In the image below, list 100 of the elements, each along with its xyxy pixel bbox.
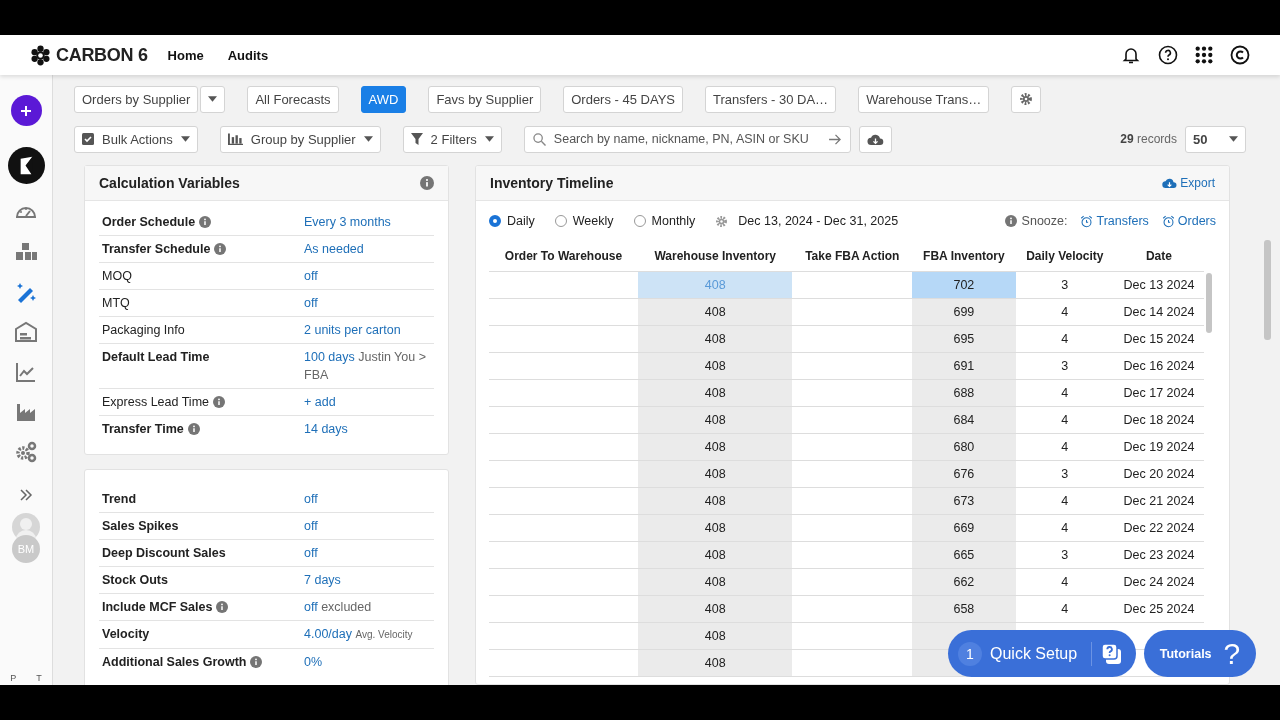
period-radio[interactable]: Monthly [633,214,696,228]
table-cell: 408 [638,541,793,569]
checkbox-icon [82,133,94,145]
table-cell: Dec 19 2024 [1113,433,1204,461]
variable-value[interactable]: off [304,294,431,312]
settings-icon[interactable] [715,214,729,228]
variable-value[interactable]: 100 days Justin You > FBA [304,348,431,384]
double-chevron-icon[interactable] [19,489,33,501]
variable-label: Additional Sales Growth [102,654,247,671]
table-cell: 3 [1015,271,1114,299]
arrow-right-icon[interactable] [828,133,842,145]
snooze-link[interactable]: Transfers [1080,214,1149,228]
variable-label: Deep Discount Sales [102,545,226,562]
add-button[interactable] [10,95,42,126]
variable-value[interactable]: Every 3 months [304,213,431,231]
view-tab[interactable]: All Forecasts [247,85,339,113]
tutorials-button[interactable]: Tutorials ? [1144,630,1256,677]
export-link[interactable]: Export [1162,176,1215,190]
nav-link[interactable]: Audits [227,47,269,63]
table-cell: 4 [1015,379,1114,407]
table-cell: Dec 18 2024 [1113,406,1204,434]
variable-label: Include MCF Sales [102,599,213,616]
variable-label: Default Lead Time [102,349,210,366]
table-cell: 665 [912,541,1016,569]
warehouse-icon[interactable] [14,320,38,344]
bell-icon[interactable] [1121,45,1141,65]
variable-value[interactable]: 14 days [304,420,431,438]
variable-value[interactable]: off [304,490,431,508]
card-title: Calculation Variables [99,175,240,191]
column-header: FBA Inventory [912,241,1016,272]
column-header: Order To Warehouse [489,241,639,272]
caret-icon [484,136,494,142]
dropdown-button[interactable] [200,85,226,113]
download-button[interactable] [858,125,892,153]
variable-value[interactable]: 2 units per carton [304,321,431,339]
cloud-download-icon [866,132,884,146]
variable-value[interactable]: off [304,544,431,562]
snooze-link[interactable]: Orders [1161,214,1216,228]
variable-value[interactable]: + add [304,393,431,411]
table-cell: 3 [1015,541,1114,569]
caret-icon [180,136,190,142]
period-radio[interactable]: Weekly [554,214,614,228]
table-cell: 676 [912,460,1016,488]
table-cell: Dec 25 2024 [1113,595,1204,623]
search-icon [532,132,546,146]
table-cell: 4 [1015,406,1114,434]
date-range: Dec 13, 2024 - Dec 31, 2025 [738,214,899,228]
copyright-logo-icon[interactable] [1230,45,1250,65]
alarm-clock-icon [1080,214,1094,228]
search-field[interactable]: Search by name, nickname, PN, ASIN or SKU [523,125,851,153]
filters-button[interactable]: 2 Filters [402,125,502,153]
table-cell: 4 [1015,487,1114,515]
variable-value[interactable]: off [304,517,431,535]
group-by-button[interactable]: Group by Supplier [219,125,381,153]
caret-icon [208,96,218,102]
table-cell: 4 [1015,433,1114,461]
table-cell: 3 [1015,460,1114,488]
variable-value[interactable]: 0% [304,653,431,671]
table-cell: 408 [638,298,793,326]
variable-label: Transfer Schedule [102,241,211,258]
variable-label: Order Schedule [102,214,196,231]
scrollbar-thumb[interactable] [1264,240,1271,340]
variable-value[interactable]: 7 days [304,571,431,589]
column-header: Daily Velocity [1015,241,1114,272]
table-cell: 408 [638,595,793,623]
period-radio[interactable]: Daily [489,214,535,228]
brand-name: CARBON 6 [56,44,148,66]
filter-icon [410,133,423,145]
table-cell: Dec 16 2024 [1113,352,1204,380]
table-cell: 669 [912,514,1016,542]
view-tab[interactable]: AWD [360,85,407,113]
variable-value[interactable]: 4.00/day Avg. Velocity [304,625,431,644]
table-cell: 408 [638,460,793,488]
nav-link[interactable]: Home [167,47,204,63]
line-chart-icon[interactable] [14,360,38,384]
variable-value[interactable]: off excluded [304,598,431,616]
variable-value[interactable]: off [304,267,431,285]
plus-icon [20,104,32,117]
view-tab[interactable]: Orders by Supplier [74,85,199,113]
view-tab[interactable]: Favs by Supplier [428,85,542,113]
gears-icon[interactable] [14,440,38,464]
help-icon[interactable] [1158,45,1178,65]
view-tab[interactable]: Warehouse Trans… [858,85,990,113]
settings-button[interactable] [1011,85,1042,113]
bulk-actions-button[interactable]: Bulk Actions [74,125,198,153]
scrollbar-thumb[interactable] [1206,273,1212,333]
column-header: Date [1113,241,1204,272]
variable-value[interactable]: As needed [304,240,431,258]
app-grid-icon[interactable] [1195,46,1213,64]
settings-icon [1019,92,1034,106]
caret-icon [363,136,373,142]
table-cell: 408 [638,622,793,650]
quick-setup-button[interactable]: 1 Quick Setup [948,630,1136,677]
view-tab[interactable]: Transfers - 30 DA… [705,85,837,113]
question-mark-glyph: ? [1223,636,1241,671]
app-logo-icon[interactable] [7,147,45,184]
snooze-label: Snooze: [1021,214,1068,228]
table-cell: 4 [1015,514,1114,542]
view-tab[interactable]: Orders - 45 DAYS [563,85,683,113]
page-size-select[interactable]: 50 [1185,125,1246,153]
